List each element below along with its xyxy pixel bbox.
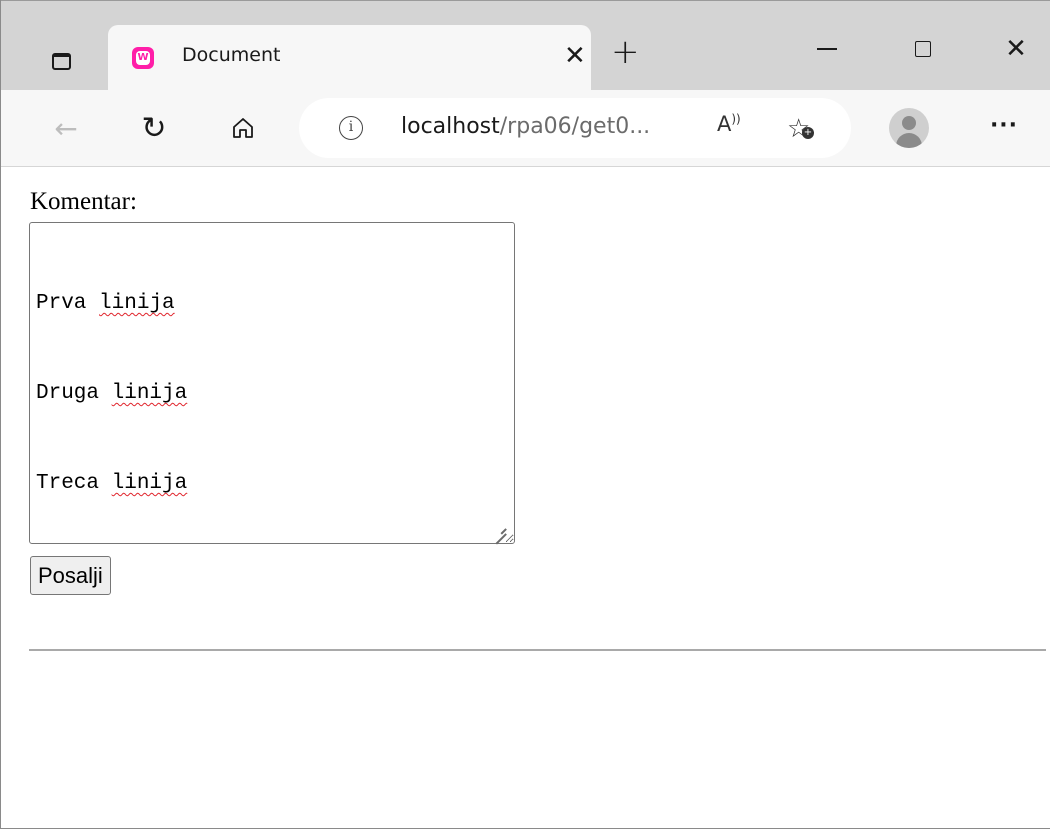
tab-actions-icon <box>51 52 71 70</box>
tab-document[interactable]: W Document ✕ <box>108 25 591 91</box>
misspelled-word: linija <box>99 292 175 315</box>
avatar-shoulders <box>896 133 922 148</box>
home-button[interactable] <box>223 108 263 148</box>
browser-window: W Document ✕ + ✕ ← ↻ i localhost/rpa06/g… <box>0 0 1050 829</box>
tab-close-icon[interactable]: ✕ <box>564 43 586 69</box>
textarea-line: Druga linija <box>36 379 508 409</box>
url-path: /rpa06/get0... <box>499 114 651 139</box>
horizontal-rule <box>29 649 1046 651</box>
minimize-button[interactable] <box>807 29 847 69</box>
misspelled-word: linija <box>111 382 188 405</box>
submit-button[interactable]: Posalji <box>30 556 111 595</box>
window-close-button[interactable]: ✕ <box>996 29 1036 69</box>
comment-textarea[interactable]: Prva linija Druga linija Treca linija <box>29 222 515 544</box>
favicon-letter: W <box>136 51 150 65</box>
maximize-icon <box>915 41 931 57</box>
url-text[interactable]: localhost/rpa06/get0... <box>401 114 650 139</box>
url-host: localhost <box>401 114 500 139</box>
browser-toolbar: ← ↻ i localhost/rpa06/get0... A)) ☆ + ··· <box>1 90 1050 167</box>
textarea-resize-handle[interactable] <box>493 522 507 536</box>
textarea-line: Treca linija <box>36 469 508 499</box>
profile-avatar[interactable] <box>889 108 929 148</box>
minimize-icon <box>817 48 837 50</box>
favorite-plus-badge: + <box>802 127 814 139</box>
home-icon <box>233 118 253 138</box>
site-info-icon[interactable]: i <box>339 116 363 140</box>
reload-button[interactable]: ↻ <box>134 108 174 148</box>
misspelled-word: linija <box>111 472 188 495</box>
reload-icon: ↻ <box>141 110 167 146</box>
new-tab-button[interactable]: + <box>611 35 640 69</box>
add-favorite-icon[interactable]: ☆ + <box>787 114 814 144</box>
wamp-favicon-icon: W <box>132 47 154 69</box>
page-content: Komentar: Prva linija Druga linija Treca… <box>1 168 1050 828</box>
more-menu-icon[interactable]: ··· <box>984 108 1024 148</box>
textarea-line: Prva linija <box>36 289 508 319</box>
address-bar[interactable]: i localhost/rpa06/get0... A)) ☆ + <box>299 98 851 158</box>
window-close-icon: ✕ <box>1005 34 1027 64</box>
tab-title: Document <box>182 44 281 66</box>
back-arrow-icon: ← <box>54 111 78 145</box>
line-word: Druga <box>36 382 100 405</box>
tab-strip: W Document ✕ + ✕ <box>1 0 1050 91</box>
tab-actions-button[interactable] <box>39 41 83 81</box>
line-word: Treca <box>36 472 100 495</box>
back-button[interactable]: ← <box>46 108 86 148</box>
maximize-button[interactable] <box>903 29 943 69</box>
read-aloud-icon[interactable]: A)) <box>717 112 741 136</box>
avatar-head <box>902 116 916 130</box>
line-word: Prva <box>36 292 87 315</box>
comment-label: Komentar: <box>30 188 137 215</box>
